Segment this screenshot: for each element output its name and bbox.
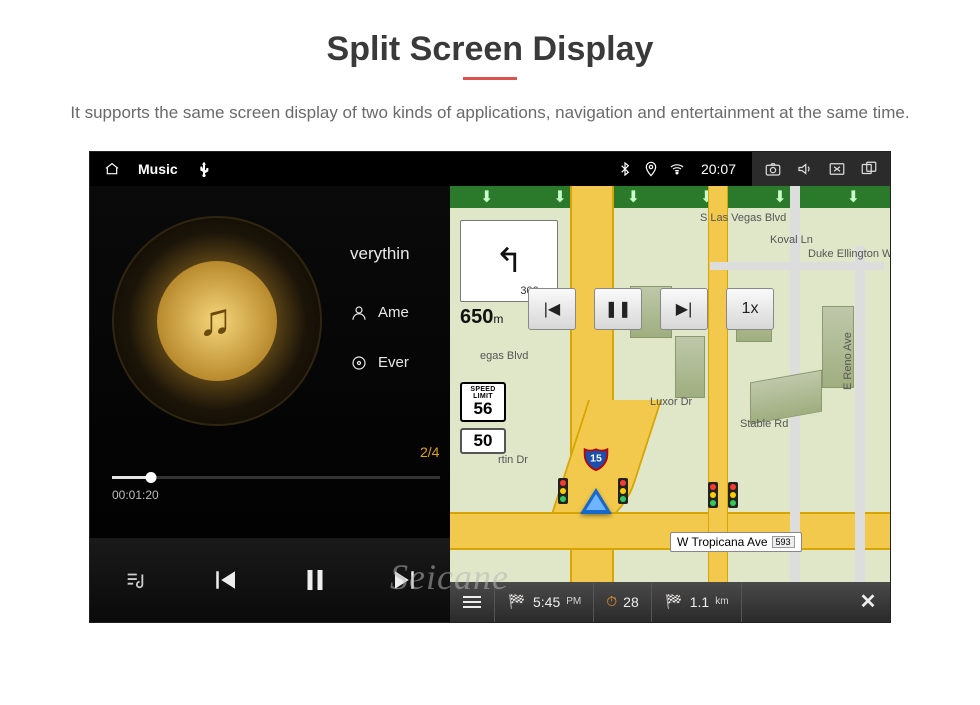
nav-fuel: ⏱ 28 — [594, 582, 652, 622]
pause-button[interactable] — [294, 559, 336, 601]
music-controls — [90, 538, 450, 622]
street-label: Duke Ellington Way — [808, 248, 890, 260]
traffic-light-icon — [558, 478, 568, 504]
close-window-icon[interactable] — [826, 158, 848, 180]
nav-close-button[interactable]: ✕ — [846, 582, 890, 622]
page-subtitle: It supports the same screen display of t… — [70, 100, 909, 126]
status-bar: Music 20:07 — [90, 152, 890, 186]
street-label: S Las Vegas Blvd — [700, 212, 786, 224]
flag-icon: 🏁 — [664, 592, 684, 612]
track-artist: Ame — [378, 304, 409, 321]
street-label: Luxor Dr — [650, 396, 692, 408]
street-label: egas Blvd — [480, 350, 528, 362]
flag-icon: 🏁 — [507, 592, 527, 612]
sim-speed-button[interactable]: 1x — [726, 288, 774, 330]
speed-limit-sign: SPEED LIMIT 56 — [460, 382, 506, 422]
duke-road — [710, 262, 884, 270]
sim-pause-button[interactable]: ❚❚ — [594, 288, 642, 330]
interstate-number: 15 — [590, 452, 602, 464]
traffic-light-icon — [708, 482, 718, 508]
music-note-icon: ♫ — [198, 292, 233, 346]
prev-button[interactable] — [204, 559, 246, 601]
progress-bar[interactable] — [112, 476, 440, 479]
track-artist-row: Ame — [350, 304, 409, 322]
usb-icon — [196, 161, 212, 177]
street-label: Koval Ln — [770, 234, 813, 246]
location-icon — [643, 161, 659, 177]
title-underline — [463, 77, 517, 80]
street-label: E Reno Ave — [842, 332, 854, 390]
interstate-shield-icon: 15 — [582, 444, 610, 472]
nav-bottom-bar: 🏁 5:45PM ⏱ 28 🏁 1.1km ✕ — [450, 582, 890, 622]
camera-icon[interactable] — [762, 158, 784, 180]
traffic-light-icon — [728, 482, 738, 508]
reno-road — [855, 246, 865, 622]
track-title: verythin — [350, 244, 410, 264]
sim-next-button[interactable]: ▶| — [660, 288, 708, 330]
close-icon: ✕ — [858, 592, 878, 612]
building — [750, 369, 822, 424]
track-counter: 2/4 — [420, 444, 439, 460]
current-speed: 50 — [460, 428, 506, 454]
navigation-pane[interactable]: ⬇⬇⬇⬇⬇⬇ S Las Vegas Blvd Koval Ln Duke El… — [450, 186, 890, 622]
nav-eta: 🏁 5:45PM — [495, 582, 594, 622]
fuel-icon: ⏱ — [606, 593, 617, 610]
playlist-icon[interactable] — [114, 559, 156, 601]
elapsed-time: 00:01:20 — [112, 488, 159, 502]
nav-menu-button[interactable] — [450, 582, 495, 622]
tropicana-label: W Tropicana Ave 593 — [670, 532, 802, 552]
turn-left-icon: ↰ — [495, 244, 524, 278]
speed-panel: SPEED LIMIT 56 50 — [460, 382, 506, 454]
nav-distance: 🏁 1.1km — [652, 582, 742, 622]
statusbar-app-label: Music — [138, 161, 178, 177]
split-screen-icon[interactable] — [858, 158, 880, 180]
blvd-road — [708, 186, 728, 622]
track-album-row: Ever — [350, 354, 409, 372]
home-icon[interactable] — [104, 161, 120, 177]
wifi-icon — [669, 161, 685, 177]
sim-prev-button[interactable]: |◀ — [528, 288, 576, 330]
disc-icon — [350, 354, 368, 372]
page-title: Split Screen Display — [327, 30, 654, 69]
street-label: rtin Dr — [498, 454, 528, 466]
bluetooth-icon — [617, 161, 633, 177]
person-icon — [350, 304, 368, 322]
device-frame: Music 20:07 — [90, 152, 890, 622]
statusbar-time: 20:07 — [695, 161, 742, 177]
album-art: ♫ — [112, 216, 322, 426]
track-album: Ever — [378, 354, 409, 371]
street-label: Stable Rd — [740, 418, 788, 430]
music-pane: ♫ verythin Ame Ever 2/4 00:01:20 — [90, 186, 450, 622]
vehicle-position-icon — [580, 488, 612, 514]
statusbar-toolbox — [752, 152, 890, 186]
building — [675, 336, 705, 398]
volume-icon[interactable] — [794, 158, 816, 180]
next-button[interactable] — [384, 559, 426, 601]
lane-guidance-bar: ⬇⬇⬇⬇⬇⬇ — [450, 186, 890, 208]
turn-big-distance: 650m — [460, 306, 503, 329]
traffic-light-icon — [618, 478, 628, 504]
sim-controls: |◀ ❚❚ ▶| 1x — [528, 288, 774, 330]
route-badge: 593 — [772, 536, 795, 548]
